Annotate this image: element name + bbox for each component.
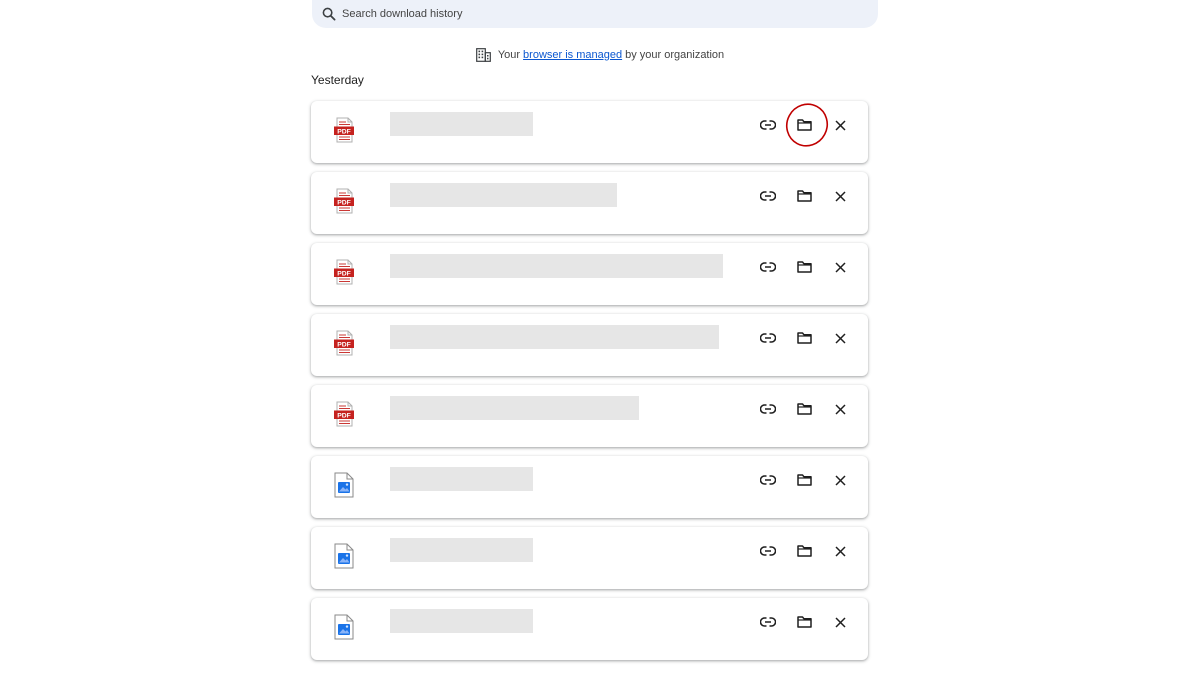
pdf-file-icon: PDF (333, 401, 355, 427)
downloads-page: Your browser is managed by your organiza… (0, 0, 1200, 675)
folder-icon (796, 474, 812, 486)
show-in-folder-button[interactable] (786, 184, 822, 208)
file-name-redacted[interactable] (390, 183, 617, 207)
link-icon (760, 191, 776, 201)
download-item (311, 598, 868, 660)
remove-button[interactable] (822, 610, 858, 634)
download-item: PDF (311, 314, 868, 376)
download-item: PDF (311, 243, 868, 305)
copy-link-button[interactable] (750, 184, 786, 208)
image-file-icon (333, 472, 355, 498)
pdf-icon-label: PDF (337, 412, 351, 419)
download-item: PDF (311, 172, 868, 234)
item-actions (750, 468, 858, 492)
item-actions (750, 113, 858, 137)
managed-notice: Your browser is managed by your organiza… (0, 46, 1200, 64)
pdf-file-icon: PDF (333, 330, 355, 356)
item-actions (750, 610, 858, 634)
pdf-file-icon: PDF (333, 188, 355, 214)
remove-button[interactable] (822, 539, 858, 563)
managed-notice-prefix: Your (497, 49, 521, 61)
file-name-redacted[interactable] (390, 538, 533, 562)
file-name-redacted[interactable] (390, 609, 533, 633)
image-file-icon (333, 543, 355, 569)
close-icon (834, 332, 846, 344)
item-actions (750, 539, 858, 563)
download-item (311, 527, 868, 589)
remove-button[interactable] (822, 113, 858, 137)
folder-icon (796, 403, 812, 415)
close-icon (834, 474, 846, 486)
close-icon (834, 119, 846, 131)
link-icon (760, 120, 776, 130)
download-item: PDF (311, 385, 868, 447)
folder-icon (796, 119, 812, 131)
close-icon (834, 545, 846, 557)
folder-icon (796, 261, 812, 273)
managed-browser-link[interactable]: browser is managed (523, 49, 622, 61)
show-in-folder-button[interactable] (786, 326, 822, 350)
close-icon (834, 190, 846, 202)
item-actions (750, 397, 858, 421)
file-name-redacted[interactable] (390, 254, 723, 278)
download-list: PDF PDF PDF PDF PDF (311, 101, 868, 669)
pdf-file-icon: PDF (333, 117, 355, 143)
item-actions (750, 184, 858, 208)
item-actions (750, 255, 858, 279)
folder-icon (796, 332, 812, 344)
close-icon (834, 403, 846, 415)
item-actions (750, 326, 858, 350)
managed-notice-suffix: by your organization (625, 49, 725, 61)
link-icon (760, 333, 776, 343)
file-name-redacted[interactable] (390, 467, 533, 491)
copy-link-button[interactable] (750, 255, 786, 279)
remove-button[interactable] (822, 255, 858, 279)
copy-link-button[interactable] (750, 468, 786, 492)
image-file-icon (333, 614, 355, 640)
copy-link-button[interactable] (750, 610, 786, 634)
remove-button[interactable] (822, 326, 858, 350)
copy-link-button[interactable] (750, 539, 786, 563)
link-icon (760, 546, 776, 556)
show-in-folder-button[interactable] (786, 113, 822, 137)
close-icon (834, 261, 846, 273)
file-name-redacted[interactable] (390, 325, 719, 349)
remove-button[interactable] (822, 184, 858, 208)
file-name-redacted[interactable] (390, 396, 639, 420)
remove-button[interactable] (822, 468, 858, 492)
link-icon (760, 262, 776, 272)
pdf-icon-label: PDF (337, 128, 351, 135)
remove-button[interactable] (822, 397, 858, 421)
show-in-folder-button[interactable] (786, 397, 822, 421)
link-icon (760, 617, 776, 627)
copy-link-button[interactable] (750, 397, 786, 421)
show-in-folder-button[interactable] (786, 610, 822, 634)
search-icon (322, 7, 336, 21)
download-item: PDF (311, 101, 868, 163)
folder-icon (796, 616, 812, 628)
search-bar[interactable] (312, 0, 878, 28)
close-icon (834, 616, 846, 628)
folder-icon (796, 545, 812, 557)
pdf-icon-label: PDF (337, 341, 351, 348)
pdf-icon-label: PDF (337, 270, 351, 277)
copy-link-button[interactable] (750, 326, 786, 350)
file-name-redacted[interactable] (390, 112, 533, 136)
show-in-folder-button[interactable] (786, 539, 822, 563)
search-input[interactable] (342, 8, 822, 20)
folder-icon (796, 190, 812, 202)
link-icon (760, 404, 776, 414)
show-in-folder-button[interactable] (786, 468, 822, 492)
pdf-file-icon: PDF (333, 259, 355, 285)
show-in-folder-button[interactable] (786, 255, 822, 279)
link-icon (760, 475, 776, 485)
building-icon (475, 48, 491, 62)
download-item (311, 456, 868, 518)
date-section-label: Yesterday (311, 73, 364, 87)
copy-link-button[interactable] (750, 113, 786, 137)
pdf-icon-label: PDF (337, 199, 351, 206)
